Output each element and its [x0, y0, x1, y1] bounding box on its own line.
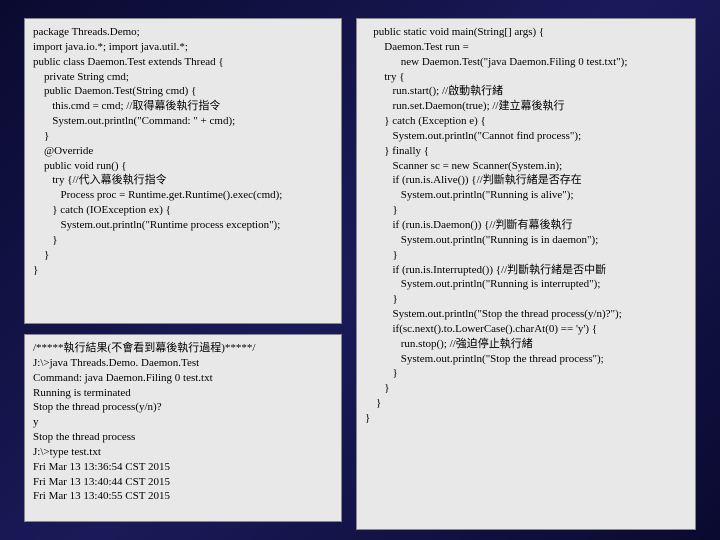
code-box-main-method: public static void main(String[] args) {… — [356, 18, 696, 530]
code-box-execution-output: /*****執行結果(不會看到幕後執行過程)*****/ J:\>java Th… — [24, 334, 342, 522]
right-column: public static void main(String[] args) {… — [356, 18, 696, 522]
left-column: package Threads.Demo; import java.io.*; … — [24, 18, 342, 522]
slide: package Threads.Demo; import java.io.*; … — [0, 0, 720, 540]
code-box-class-definition: package Threads.Demo; import java.io.*; … — [24, 18, 342, 324]
